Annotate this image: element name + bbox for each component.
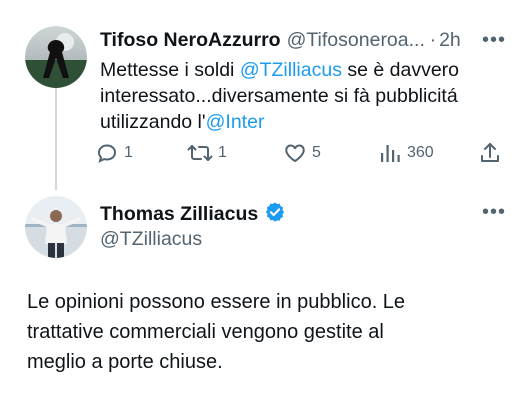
author-handle[interactable]: @TZilliacus	[100, 228, 202, 251]
reply-count: 1	[124, 144, 133, 161]
bar-chart-icon	[378, 141, 402, 165]
share-button[interactable]	[478, 138, 502, 168]
tweet-time[interactable]: 2h	[439, 29, 461, 52]
text-line: interessato...diversamente si fà pubblic…	[100, 83, 520, 109]
separator-dot: ·	[429, 28, 437, 51]
more-options-button[interactable]: •••	[482, 202, 506, 222]
views-button[interactable]: 360	[378, 138, 434, 168]
text-line: trattative commerciali vengono gestite a…	[27, 321, 384, 343]
text-segment: utilizzando l'	[100, 111, 206, 133]
heart-icon	[283, 141, 307, 165]
reply-tweet-header: Tifoso NeroAzzurro @Tifosoneroa... · 2h	[100, 26, 520, 54]
text-segment: Mettesse i soldi	[100, 59, 240, 81]
text-line: meglio a porte chiuse.	[27, 351, 223, 373]
text-line: utilizzando l'@Inter	[100, 109, 520, 135]
text-segment: se è davvero	[341, 59, 460, 81]
like-count: 5	[312, 144, 321, 161]
verified-badge-icon	[264, 201, 286, 228]
repost-button[interactable]: 1	[187, 138, 227, 168]
text-line: Le opinioni possono essere in pubblico. …	[27, 291, 406, 313]
reply-tweet-text: Mettesse i soldi @TZilliacus se è davver…	[100, 57, 520, 135]
reply-button[interactable]: 1	[95, 138, 133, 168]
comment-bubble-icon	[95, 141, 119, 165]
avatar[interactable]	[25, 26, 87, 88]
view-count: 360	[407, 144, 434, 161]
repost-count: 1	[218, 144, 227, 161]
author-name[interactable]: Thomas Zilliacus	[100, 203, 258, 226]
mention-link[interactable]: @Inter	[206, 111, 265, 133]
like-button[interactable]: 5	[283, 138, 321, 168]
author-handle[interactable]: @Tifosoneroa...	[287, 29, 427, 52]
text-segment: interessato...diversamente si fà pubblic…	[100, 85, 458, 107]
share-upload-icon	[478, 141, 502, 165]
main-tweet-text: Le opinioni possono essere in pubblico. …	[27, 287, 517, 377]
main-tweet-header: Thomas Zilliacus	[100, 200, 286, 228]
mention-link[interactable]: @TZilliacus	[240, 59, 342, 81]
text-line: Mettesse i soldi @TZilliacus se è davver…	[100, 57, 520, 83]
thread-connector-line	[55, 88, 57, 190]
author-name[interactable]: Tifoso NeroAzzurro	[100, 29, 281, 52]
avatar[interactable]	[25, 196, 87, 258]
action-bar: 1 1 5 360	[95, 138, 515, 168]
reply-tweet[interactable]: Tifoso NeroAzzurro @Tifosoneroa... · 2h …	[0, 0, 528, 190]
repost-arrows-icon	[187, 141, 213, 165]
more-options-button[interactable]: •••	[482, 30, 506, 50]
